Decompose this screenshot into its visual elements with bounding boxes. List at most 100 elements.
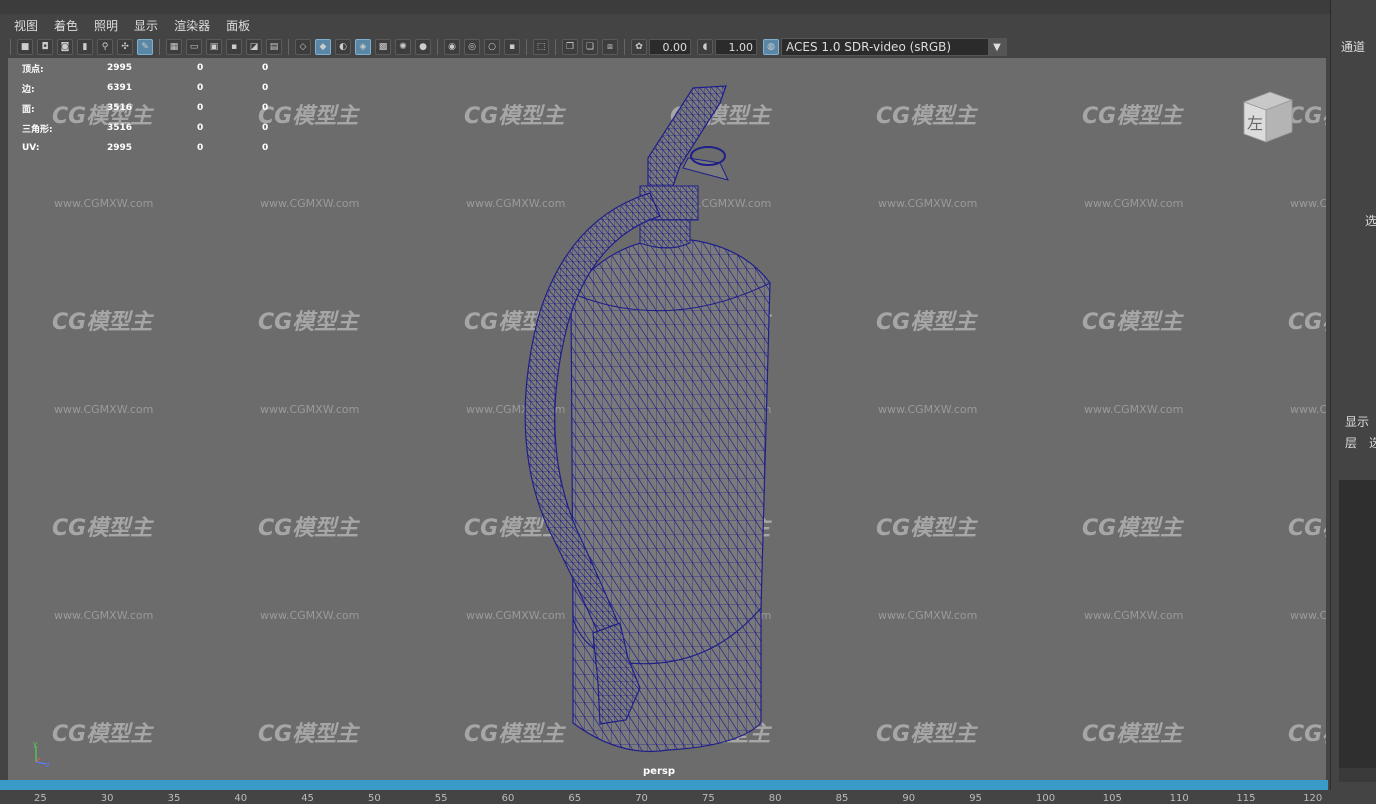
bookmark-icon[interactable]: ◙ bbox=[57, 39, 73, 55]
hud-value: 3516 bbox=[107, 103, 133, 113]
shadows-icon[interactable]: ● bbox=[415, 39, 431, 55]
motion-blur-icon[interactable]: ◎ bbox=[464, 39, 480, 55]
view-transform-value: ACES 1.0 SDR-video (sRGB) bbox=[786, 40, 952, 54]
layer-editor-list[interactable] bbox=[1339, 480, 1376, 768]
ruler-tick-label: 95 bbox=[969, 793, 982, 804]
wireframe-icon[interactable]: ◇ bbox=[295, 39, 311, 55]
view-cube-face-label: 左 bbox=[1247, 114, 1263, 133]
svg-text:y: y bbox=[33, 740, 37, 748]
resolution-gate-icon[interactable]: ▣ bbox=[206, 39, 222, 55]
camera-attributes-icon[interactable]: ◘ bbox=[37, 39, 53, 55]
hud-value: 6391 bbox=[107, 83, 133, 93]
ruler-tick-label: 90 bbox=[902, 793, 916, 804]
svg-text:z: z bbox=[46, 761, 50, 768]
hud-value: 3516 bbox=[107, 123, 133, 133]
ruler-tick-label: 60 bbox=[501, 793, 515, 804]
viewport-persp[interactable]: CG模型主 www.CGMXW.com CG模型主 www.CGMXW.com CG模型… bbox=[8, 58, 1326, 780]
ruler-tick-label: 55 bbox=[434, 793, 448, 804]
hud-value: 2995 bbox=[107, 143, 133, 153]
smooth-shade-icon[interactable]: ◆ bbox=[315, 39, 331, 55]
menu-panels[interactable]: 面板 bbox=[226, 17, 250, 34]
select-label[interactable]: 选 bbox=[1365, 212, 1376, 229]
film-gate-icon[interactable]: ▭ bbox=[186, 39, 202, 55]
time-slider-ruler[interactable]: 25 30 35 40 45 50 55 60 65 70 75 80 85 90 95 100 105 110 1… bbox=[0, 790, 1376, 804]
heads-up-poly-count: 顶点: 2995 0 0 边: 6391 0 0 面: 3516 0 0 三角形… bbox=[22, 58, 268, 158]
hud-row-uvs: UV: 2995 0 0 bbox=[22, 138, 268, 158]
ruler-tick-label: 70 bbox=[635, 793, 648, 804]
exposure-field[interactable]: 0.00 bbox=[649, 39, 691, 55]
hud-row-faces: 面: 3516 0 0 bbox=[22, 98, 268, 118]
tab-channels[interactable]: 通道 bbox=[1341, 38, 1365, 55]
layer-label[interactable]: 层 bbox=[1345, 434, 1357, 451]
grease-pencil-icon[interactable]: ⚲ bbox=[97, 39, 113, 55]
hud-row-triangles: 三角形: 3516 0 0 bbox=[22, 118, 268, 138]
color-management-icon[interactable]: ◍ bbox=[763, 39, 779, 55]
horizontal-scrollbar[interactable] bbox=[1339, 768, 1376, 782]
menu-lighting[interactable]: 照明 bbox=[94, 17, 118, 34]
ruler-tick-label: 115 bbox=[1236, 793, 1256, 804]
default-material-icon[interactable]: ◐ bbox=[335, 39, 351, 55]
pencil-icon[interactable]: ✎ bbox=[137, 39, 153, 55]
hud-value: 0 bbox=[197, 83, 204, 93]
gate-mask-icon[interactable]: ▪ bbox=[226, 39, 242, 55]
hud-label: 三角形: bbox=[22, 124, 53, 135]
toolbar-separator bbox=[159, 39, 160, 55]
safe-action-icon[interactable]: ▤ bbox=[266, 39, 282, 55]
hud-value: 0 bbox=[262, 63, 269, 73]
hud-value: 2995 bbox=[107, 63, 133, 73]
toolbar-separator bbox=[437, 39, 438, 55]
hud-row-vertices: 顶点: 2995 0 0 bbox=[22, 58, 268, 78]
toolbar-separator bbox=[624, 39, 625, 55]
gamma-field[interactable]: 1.00 bbox=[715, 39, 757, 55]
xray-icon[interactable]: ❐ bbox=[562, 39, 578, 55]
ruler-tick-label: 45 bbox=[301, 793, 314, 804]
ruler-tick-label: 105 bbox=[1102, 793, 1122, 804]
gamma-icon[interactable]: ◖ bbox=[697, 39, 713, 55]
isolate-select-icon[interactable]: ⬚ bbox=[533, 39, 549, 55]
hud-value: 0 bbox=[262, 83, 269, 93]
ruler-tick-label: 40 bbox=[234, 793, 248, 804]
menu-view[interactable]: 视图 bbox=[14, 17, 38, 34]
hud-value: 0 bbox=[197, 103, 204, 113]
depth-of-field-icon[interactable]: ▪ bbox=[504, 39, 520, 55]
ruler-tick-label: 110 bbox=[1169, 793, 1189, 804]
menu-renderer[interactable]: 渲染器 bbox=[174, 17, 210, 34]
channel-box-panel: 通道 选 显示 层 选 bbox=[1330, 0, 1376, 790]
xray-joints-icon[interactable]: ❏ bbox=[582, 39, 598, 55]
wireframe-on-shaded-icon[interactable]: ◈ bbox=[355, 39, 371, 55]
fire-extinguisher-model[interactable] bbox=[8, 58, 1326, 780]
menu-show[interactable]: 显示 bbox=[134, 17, 158, 34]
field-chart-icon[interactable]: ◪ bbox=[246, 39, 262, 55]
hud-value: 0 bbox=[197, 63, 204, 73]
exposure-icon[interactable]: ✿ bbox=[631, 39, 647, 55]
tab-display[interactable]: 显示 bbox=[1345, 413, 1369, 430]
toolbar-separator bbox=[10, 39, 11, 55]
ruler-tick-label: 50 bbox=[368, 793, 381, 804]
screen-space-ao-icon[interactable]: ◉ bbox=[444, 39, 460, 55]
toolbar-separator bbox=[555, 39, 556, 55]
xray-active-icon[interactable]: ⧈ bbox=[602, 39, 618, 55]
panel-menu-bar: 视图 着色 照明 显示 渲染器 面板 bbox=[0, 14, 1326, 36]
panel-toolbar: ■ ◘ ◙ ▮ ⚲ ✣ ✎ ▦ ▭ ▣ ▪ ◪ ▤ ◇ ◆ ◐ ◈ ▩ ✺ ● … bbox=[0, 36, 1326, 58]
layer-select-label[interactable]: 选 bbox=[1369, 434, 1376, 451]
textured-icon[interactable]: ▩ bbox=[375, 39, 391, 55]
hud-label: 面: bbox=[22, 104, 35, 115]
hud-label: 边: bbox=[22, 84, 35, 95]
view-transform-dropdown[interactable]: ACES 1.0 SDR-video (sRGB) ▼ bbox=[781, 38, 1007, 56]
ruler-tick-label: 85 bbox=[835, 793, 849, 804]
camera-select-icon[interactable]: ■ bbox=[17, 39, 33, 55]
use-all-lights-icon[interactable]: ✺ bbox=[395, 39, 411, 55]
ruler-tick-label: 120 bbox=[1303, 793, 1323, 804]
grid-icon[interactable]: ▦ bbox=[166, 39, 182, 55]
2d-pan-zoom-icon[interactable]: ✣ bbox=[117, 39, 133, 55]
hud-value: 0 bbox=[262, 143, 269, 153]
anti-aliasing-icon[interactable]: ○ bbox=[484, 39, 500, 55]
hud-row-edges: 边: 6391 0 0 bbox=[22, 78, 268, 98]
image-plane-icon[interactable]: ▮ bbox=[77, 39, 93, 55]
axis-indicator-icon: y z bbox=[33, 740, 50, 768]
menu-shading[interactable]: 着色 bbox=[54, 17, 78, 34]
hud-label: 顶点: bbox=[22, 64, 44, 75]
view-cube[interactable]: 左 bbox=[1240, 88, 1296, 144]
hud-label: UV: bbox=[22, 143, 40, 153]
chevron-down-icon: ▼ bbox=[988, 39, 1006, 55]
